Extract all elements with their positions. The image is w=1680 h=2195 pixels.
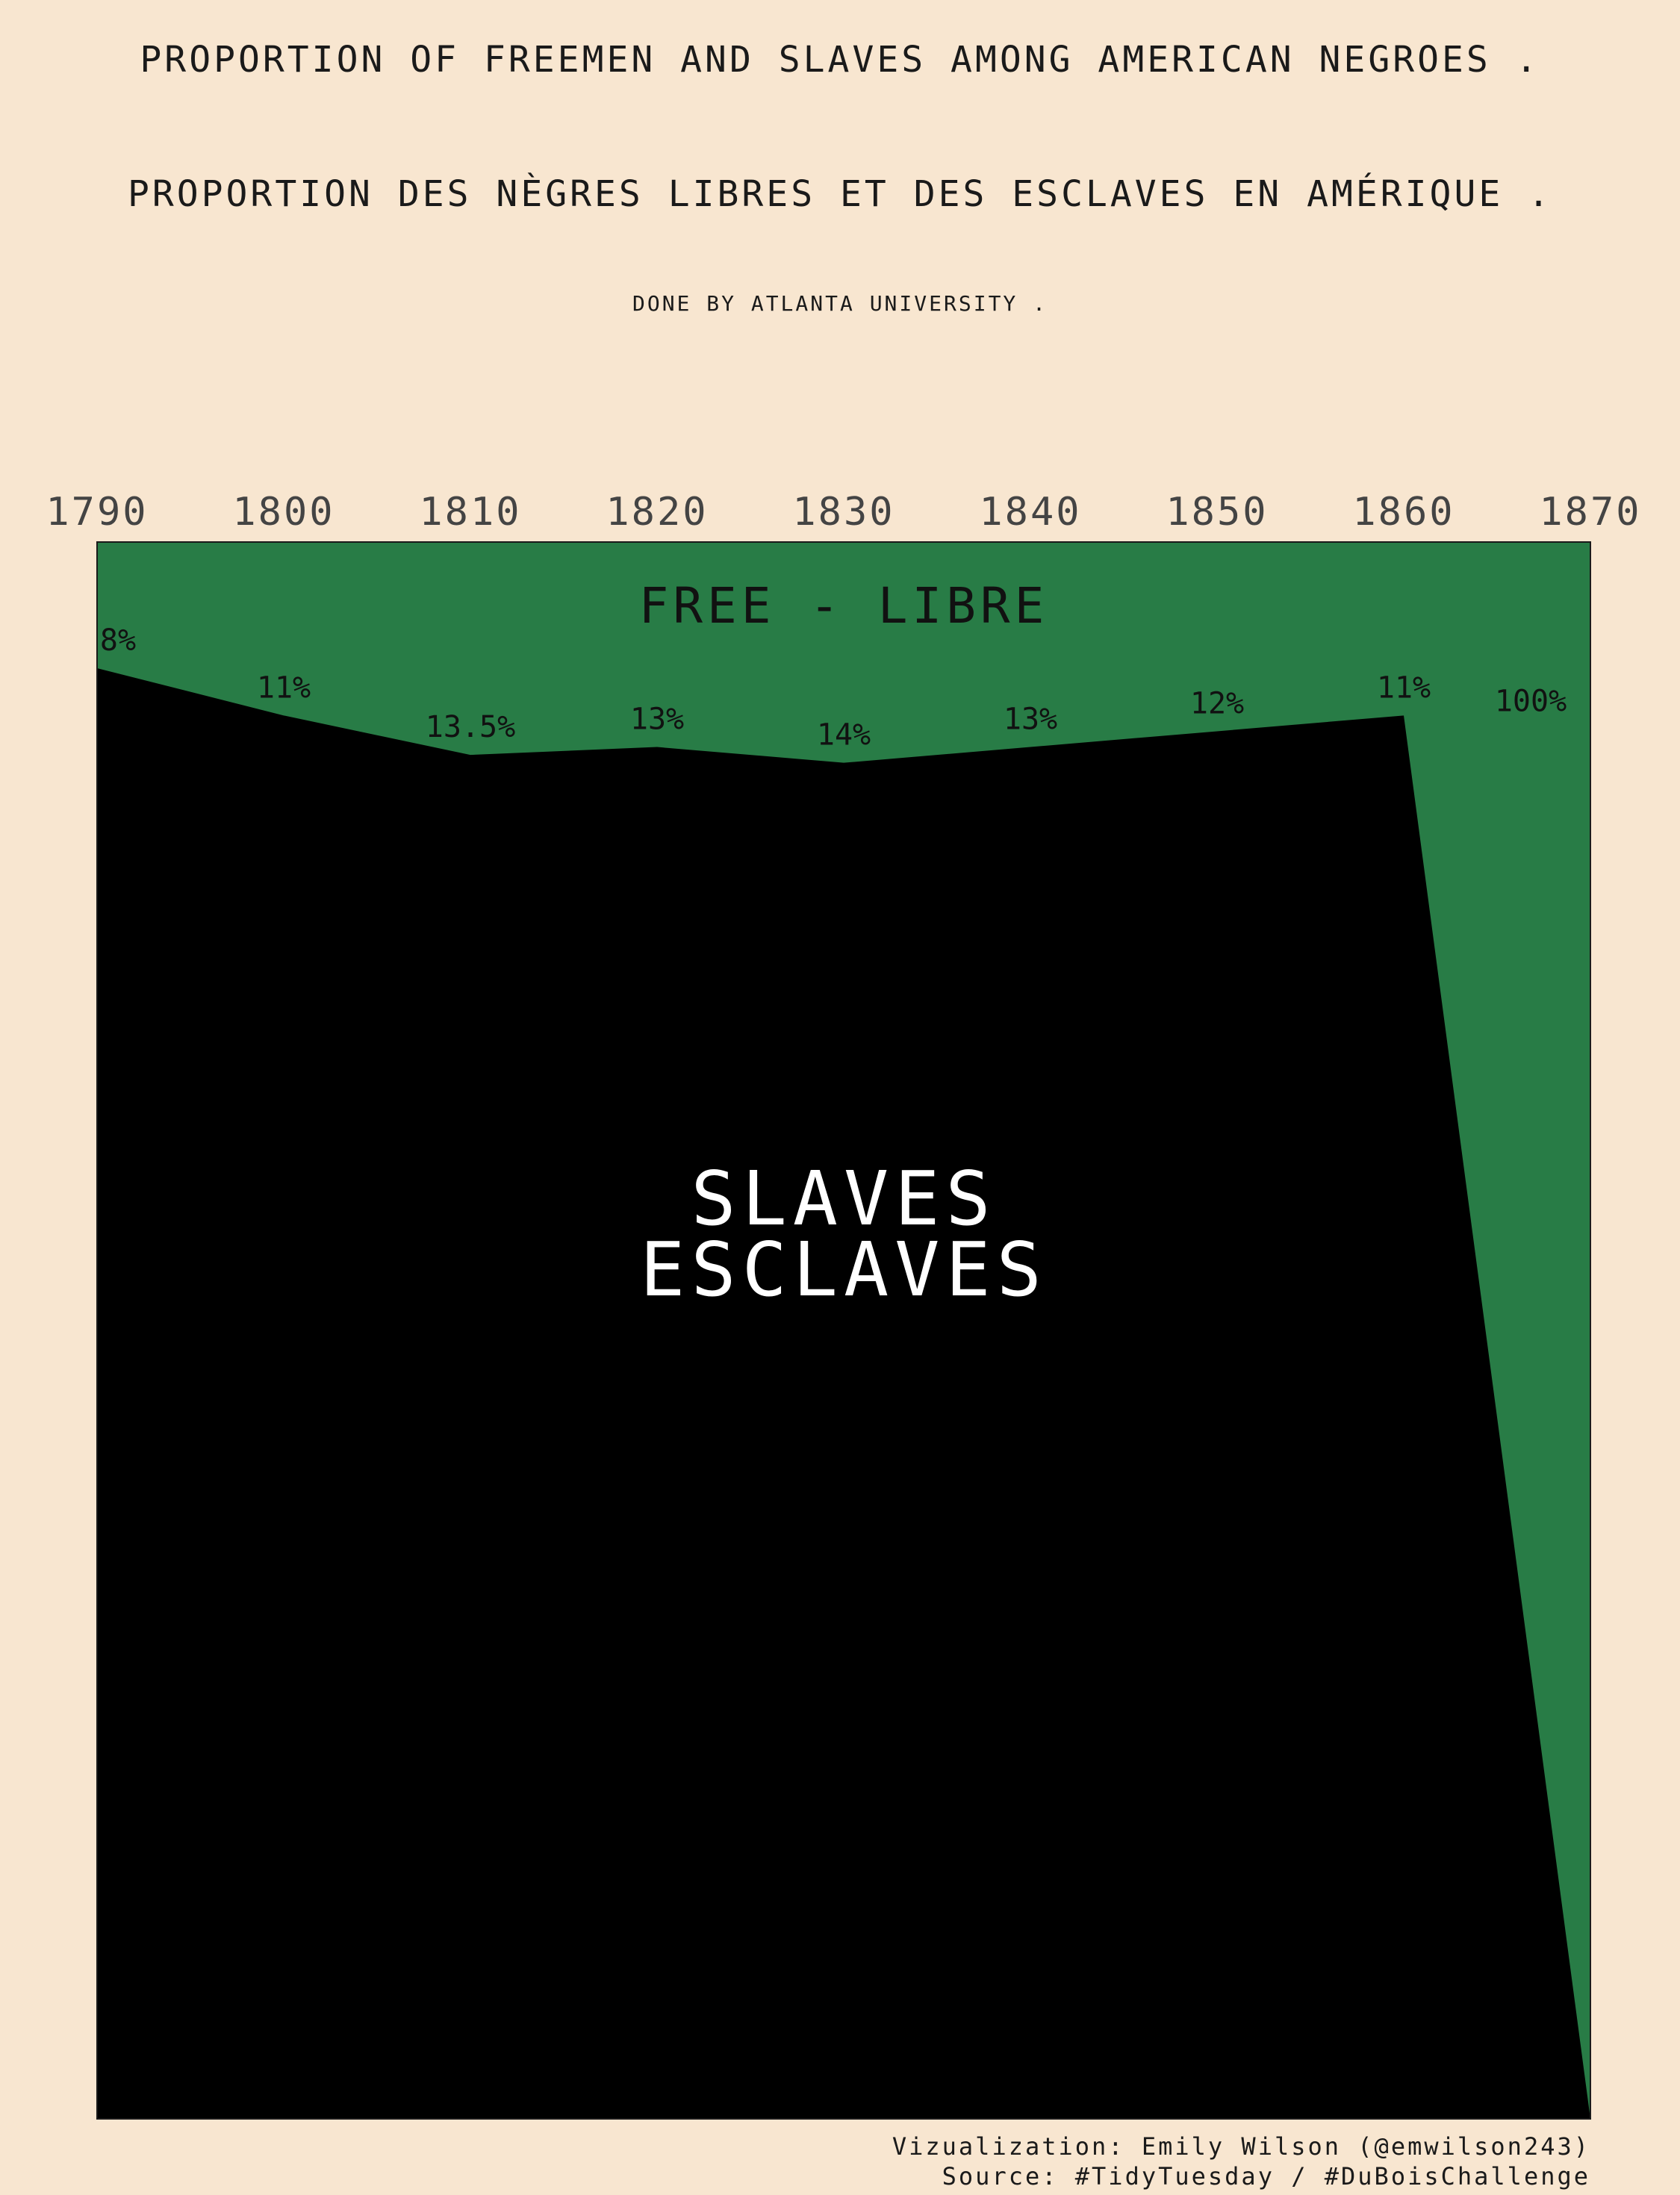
free-area-label: FREE - LIBRE (639, 577, 1049, 635)
x-tick-label: 1870 (1539, 490, 1641, 535)
data-label: 14% (817, 718, 871, 753)
x-tick-label: 1830 (792, 490, 895, 535)
data-label: 100% (1495, 684, 1567, 718)
area-chart: 1790 1800 1810 1820 1830 1840 1850 1860 1870 FRE… (46, 490, 1641, 2120)
data-label: 13% (630, 703, 684, 737)
x-tick-label: 1840 (979, 490, 1081, 535)
x-tick-label: 1820 (606, 490, 708, 535)
credit-text: Vizualization: Emily Wilson (@emwilson24… (892, 2132, 1590, 2161)
slaves-area-label-line2: ESCLAVES (640, 1226, 1048, 1313)
x-tick-label: 1850 (1166, 490, 1268, 535)
slaves-area (97, 667, 1590, 2120)
x-tick-label: 1860 (1352, 490, 1455, 535)
x-tick-label: 1800 (232, 490, 335, 535)
data-label: 12% (1190, 686, 1244, 720)
source-text: Source: #TidyTuesday / #DuBoisChallenge (942, 2162, 1590, 2191)
x-tick-label: 1810 (419, 490, 521, 535)
x-axis-ticks: 1790 1800 1810 1820 1830 1840 1850 1860 1870 (46, 490, 1641, 535)
data-label: 13.5% (426, 710, 515, 744)
data-label: 11% (257, 670, 311, 705)
data-label: 13% (1004, 703, 1057, 737)
data-label: 8% (100, 623, 136, 658)
x-tick-label: 1790 (46, 490, 148, 535)
data-label: 11% (1377, 670, 1431, 705)
